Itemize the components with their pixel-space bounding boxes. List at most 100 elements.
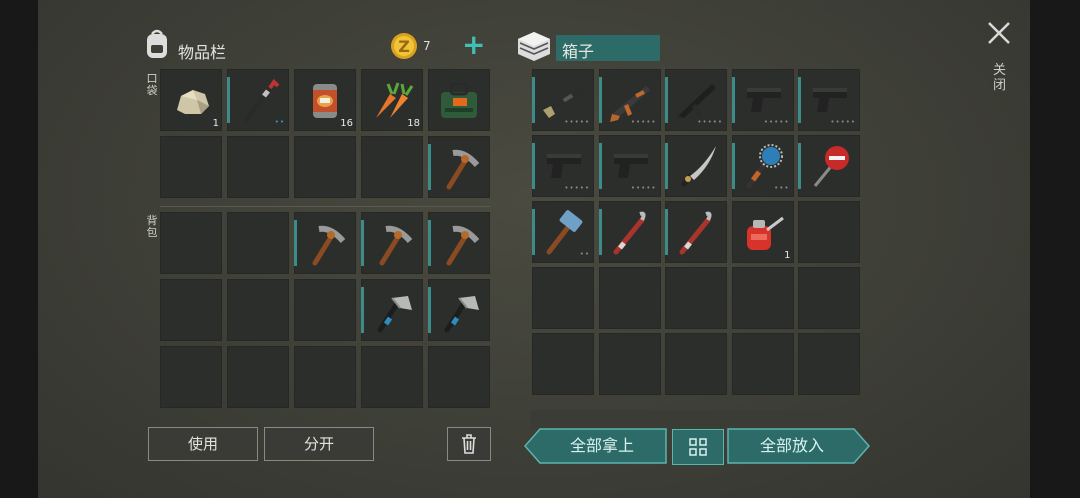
pocket-slot[interactable] xyxy=(227,136,289,198)
pocket-slot[interactable] xyxy=(361,136,423,198)
backpack-slot[interactable] xyxy=(428,279,490,341)
sledgehammer-icon xyxy=(546,210,583,255)
box-slot[interactable]: •• xyxy=(532,201,594,263)
pickaxe-icon xyxy=(379,225,413,266)
box-grid-bottom-cut xyxy=(530,410,865,430)
ak-rifle-icon xyxy=(609,86,650,122)
trash-icon xyxy=(462,434,476,454)
backpack-slot[interactable] xyxy=(361,279,423,341)
box-title: 箱子 xyxy=(562,42,595,61)
hatchet-icon xyxy=(444,296,479,333)
use-button[interactable]: 使用 xyxy=(148,427,258,461)
pickaxe-icon xyxy=(446,149,480,190)
take-all-button[interactable]: 全部拿上 xyxy=(540,429,664,463)
box-slot[interactable] xyxy=(731,333,794,395)
pocket-slot[interactable]: 18 xyxy=(361,69,423,131)
box-slot[interactable]: ••• xyxy=(731,135,794,197)
backpack-slot[interactable] xyxy=(361,346,423,408)
backpack-slot[interactable] xyxy=(428,346,490,408)
put-all-button[interactable]: 全部放入 xyxy=(730,429,854,463)
backpack-slot[interactable] xyxy=(294,279,356,341)
durability-dots: ••••• xyxy=(763,118,790,126)
backpack-slot[interactable] xyxy=(294,212,356,274)
box-slot[interactable] xyxy=(598,333,661,395)
durability-dots: ••••• xyxy=(630,184,657,192)
box-slot[interactable]: 1 xyxy=(731,201,794,263)
backpack-slot[interactable] xyxy=(227,279,289,341)
backpack-slot[interactable] xyxy=(294,346,356,408)
pocket-slot[interactable] xyxy=(428,69,490,131)
box-slot[interactable] xyxy=(532,267,594,329)
saw-club-icon xyxy=(746,144,783,189)
machete-icon xyxy=(681,146,716,187)
crowbar-red-icon xyxy=(679,211,712,255)
first-aid-kit-icon xyxy=(441,82,477,118)
pickaxe-icon xyxy=(446,225,480,266)
right-margin xyxy=(1030,0,1080,498)
box-slot[interactable] xyxy=(731,267,794,329)
box-slot[interactable] xyxy=(798,267,860,329)
pocket-slot[interactable]: 16 xyxy=(294,69,356,131)
backpack-slot[interactable] xyxy=(160,212,222,274)
box-icon xyxy=(518,32,550,61)
crowbar-red-icon xyxy=(613,211,646,255)
backpack-slot[interactable] xyxy=(227,212,289,274)
pocket-slot[interactable] xyxy=(428,136,490,198)
section-divider xyxy=(160,206,490,207)
backpack-slot[interactable] xyxy=(227,346,289,408)
box-slot[interactable]: ••••• xyxy=(532,135,594,197)
backpack-slot[interactable] xyxy=(160,279,222,341)
durability-dots: •• xyxy=(274,118,285,126)
coin-icon: Z xyxy=(391,33,417,59)
box-slot[interactable]: ••••• xyxy=(598,135,661,197)
box-slot[interactable] xyxy=(532,333,594,395)
box-slot[interactable] xyxy=(798,201,860,263)
box-slot[interactable] xyxy=(665,135,727,197)
pocket-slot[interactable]: •• xyxy=(227,69,289,131)
box-slot[interactable]: ••••• xyxy=(798,69,860,131)
box-slot[interactable] xyxy=(598,267,661,329)
backpack-slot[interactable] xyxy=(428,212,490,274)
close-icon[interactable] xyxy=(986,20,1012,46)
durability-dots: •• xyxy=(579,250,590,258)
pocket-slot[interactable] xyxy=(294,136,356,198)
discard-button[interactable] xyxy=(447,427,491,461)
coin-count: 7 xyxy=(423,39,431,53)
carrot-icon xyxy=(376,82,414,118)
close-label[interactable]: 关闭 xyxy=(992,63,1007,93)
durability-dots: ••••• xyxy=(830,118,856,126)
hatchet-icon xyxy=(377,296,412,333)
item-count: 1 xyxy=(212,118,219,129)
pistol-icon xyxy=(813,88,847,112)
box-slot[interactable]: ••••• xyxy=(598,69,661,131)
box-slot[interactable] xyxy=(598,201,661,263)
box-slot[interactable]: ••••• xyxy=(532,69,594,131)
oil-can-icon xyxy=(746,216,784,250)
backpack-slot[interactable] xyxy=(160,346,222,408)
pocket-slot[interactable]: 1 xyxy=(160,69,222,131)
stone-icon xyxy=(177,90,209,114)
backpack-label: 背包 xyxy=(146,214,158,239)
pistol-icon xyxy=(613,154,648,178)
split-button[interactable]: 分开 xyxy=(264,427,374,461)
box-slot[interactable]: ••••• xyxy=(731,69,794,131)
pocket-slot[interactable] xyxy=(160,136,222,198)
box-slot[interactable] xyxy=(665,267,727,329)
box-slot[interactable] xyxy=(798,135,860,197)
durability-dots: ••••• xyxy=(630,118,657,126)
sort-button[interactable] xyxy=(672,429,724,465)
box-slot[interactable] xyxy=(665,201,727,263)
box-slot[interactable] xyxy=(798,333,860,395)
item-count: 1 xyxy=(784,250,791,261)
box-slot[interactable]: ••••• xyxy=(665,69,727,131)
grid-sort-icon xyxy=(689,438,707,456)
assault-rifle-icon xyxy=(676,84,716,122)
backpack-slot[interactable] xyxy=(361,212,423,274)
shotgun-icon xyxy=(543,86,585,118)
add-coins-button[interactable]: + xyxy=(462,29,485,61)
durability-dots: ••• xyxy=(774,184,790,192)
durability-dots: ••••• xyxy=(564,118,590,126)
pistol-icon xyxy=(746,88,781,112)
box-slot[interactable] xyxy=(665,333,727,395)
pickaxe-icon xyxy=(312,225,346,266)
